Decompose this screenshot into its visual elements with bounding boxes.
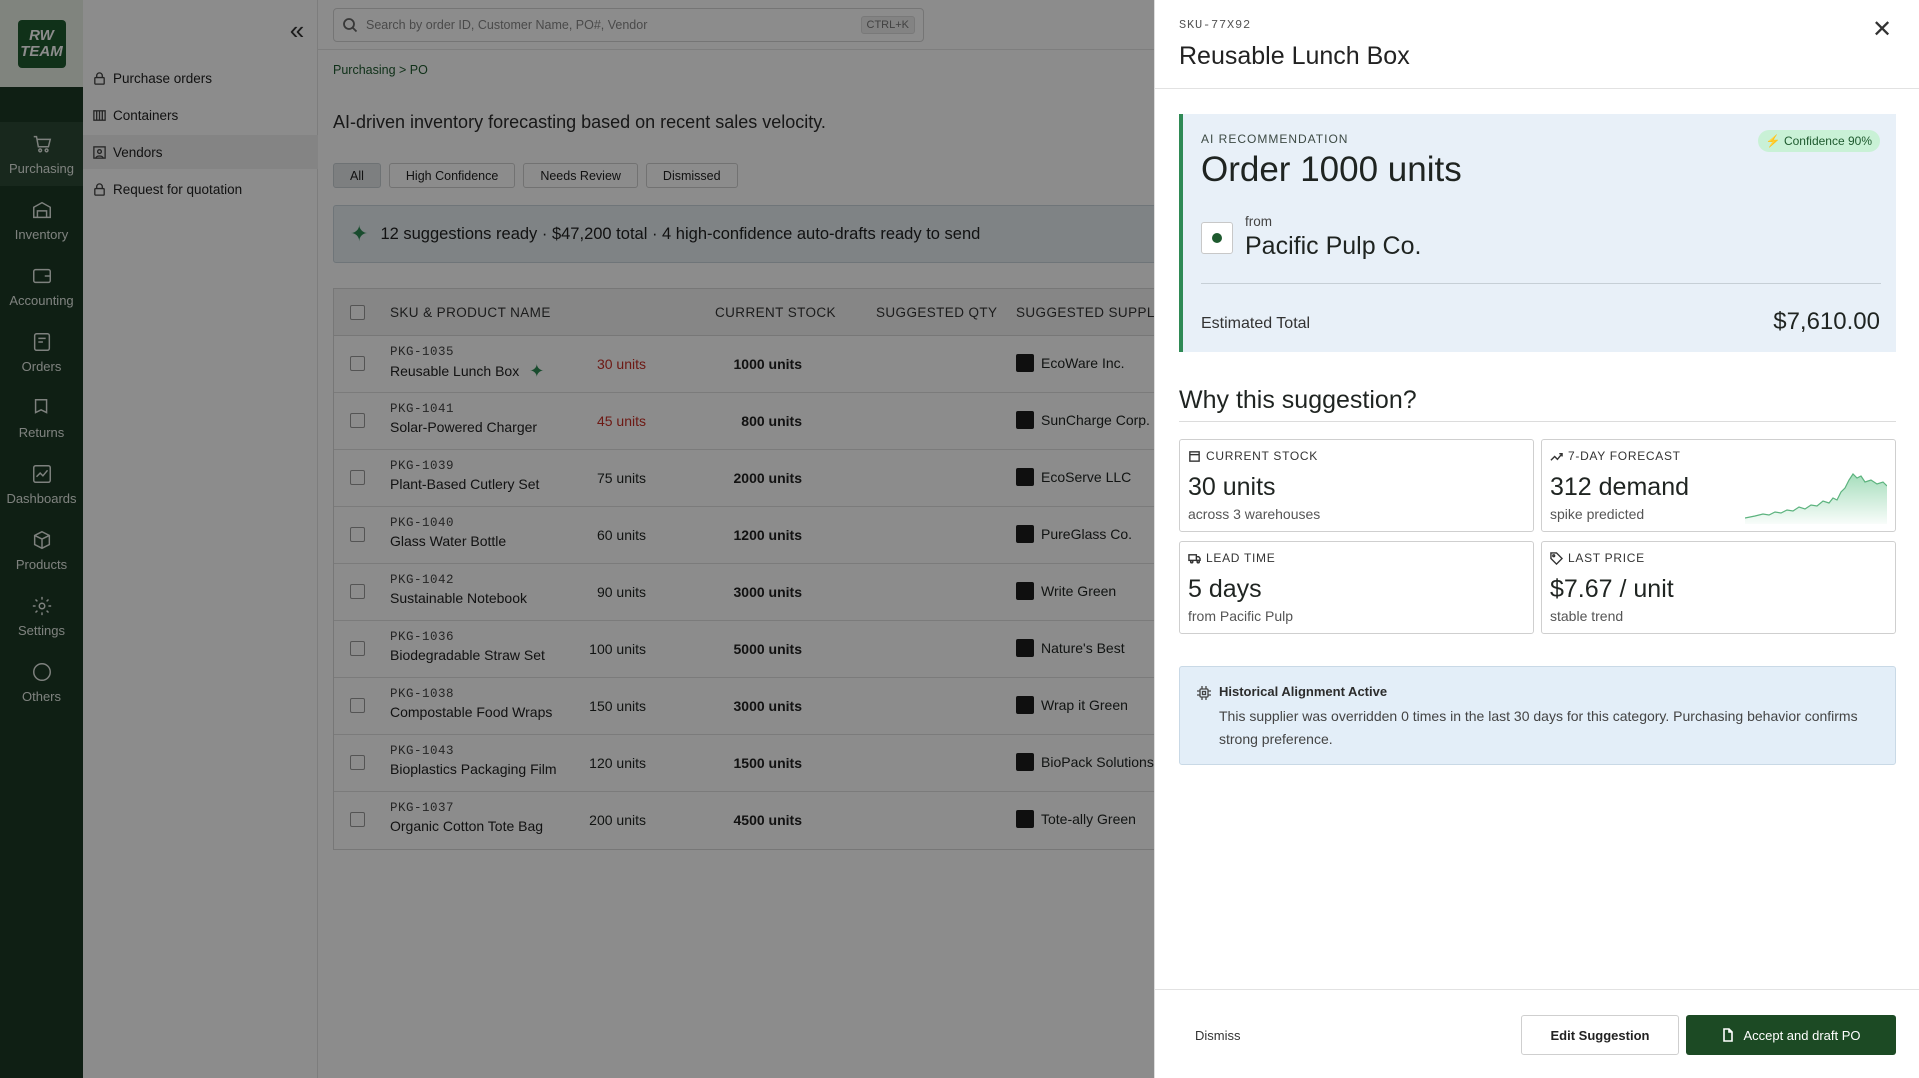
accept-label: Accept and draft PO	[1743, 1027, 1861, 1043]
suggestion-drawer: SKU-77X92 Reusable Lunch Box ✕ AI RECOMM…	[1154, 0, 1919, 1078]
divider	[1179, 421, 1896, 422]
close-icon[interactable]: ✕	[1870, 18, 1894, 42]
ai-recommendation-card: AI RECOMMENDATION ⚡ Confidence 90% Order…	[1179, 114, 1896, 352]
historical-alignment-note: Historical Alignment Active This supplie…	[1179, 666, 1896, 765]
card-value: 5 days	[1188, 575, 1262, 603]
forecast-sparkline	[1745, 473, 1887, 524]
card-label: LEAD TIME	[1188, 551, 1275, 565]
chip-icon	[1197, 686, 1211, 700]
stock-icon	[1189, 450, 1200, 462]
edit-suggestion-button[interactable]: Edit Suggestion	[1521, 1015, 1679, 1055]
reco-quantity: Order 1000 units	[1201, 150, 1462, 189]
card-label: LAST PRICE	[1550, 551, 1645, 565]
card-subtext: from Pacific Pulp	[1188, 608, 1294, 624]
supplier-logo	[1201, 222, 1233, 254]
card-value: $7.67 / unit	[1550, 575, 1674, 603]
document-icon	[1723, 1028, 1734, 1042]
drawer-footer: Dismiss Edit Suggestion Accept and draft…	[1155, 989, 1919, 1078]
drawer-title: Reusable Lunch Box	[1179, 42, 1410, 70]
card-subtext: stable trend	[1550, 608, 1624, 624]
estimated-total-value: $7,610.00	[1773, 308, 1880, 335]
forecast-card: 7-DAY FORECAST 312 demand spike predicte…	[1541, 439, 1896, 532]
supplier-name[interactable]: Pacific Pulp Co.	[1245, 232, 1421, 261]
reco-label: AI RECOMMENDATION	[1201, 132, 1349, 146]
tag-icon	[1550, 551, 1563, 565]
card-value: 30 units	[1188, 473, 1276, 501]
history-body: This supplier was overridden 0 times in …	[1219, 708, 1858, 747]
estimated-total-label: Estimated Total	[1201, 315, 1311, 332]
last-price-card: LAST PRICE $7.67 / unit stable trend	[1541, 541, 1896, 634]
card-subtext: spike predicted	[1550, 506, 1645, 522]
card-subtext: across 3 warehouses	[1188, 506, 1321, 522]
current-stock-card: CURRENT STOCK 30 units across 3 warehous…	[1179, 439, 1534, 532]
confidence-badge: ⚡ Confidence 90%	[1757, 130, 1880, 152]
supplier-from-label: from	[1245, 214, 1272, 229]
card-value: 312 demand	[1550, 473, 1690, 501]
accept-draft-po-button[interactable]: Accept and draft PO	[1686, 1015, 1896, 1055]
history-title: Historical Alignment Active	[1219, 684, 1388, 699]
modal-backdrop[interactable]	[0, 0, 1154, 1078]
divider	[1201, 283, 1881, 284]
lead-time-card: LEAD TIME 5 days from Pacific Pulp	[1179, 541, 1534, 634]
drawer-sku: SKU-77X92	[1179, 18, 1252, 32]
why-heading: Why this suggestion?	[1179, 386, 1417, 414]
dismiss-button[interactable]: Dismiss	[1195, 1028, 1241, 1043]
trend-icon	[1550, 452, 1563, 461]
truck-icon	[1188, 553, 1201, 564]
drawer-header: SKU-77X92 Reusable Lunch Box ✕	[1155, 0, 1919, 89]
card-label: 7-DAY FORECAST	[1550, 449, 1681, 463]
card-label: CURRENT STOCK	[1188, 449, 1318, 463]
